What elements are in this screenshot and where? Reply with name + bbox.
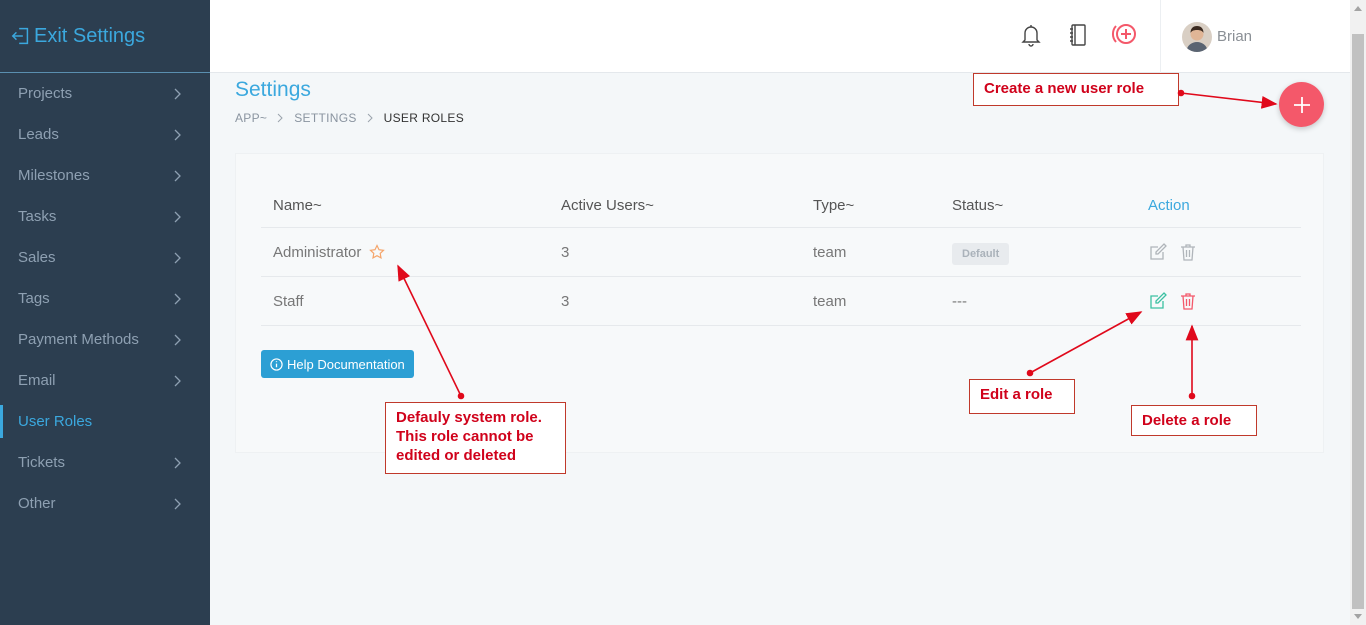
scroll-thumb[interactable] — [1352, 34, 1364, 609]
sidebar-item-sales[interactable]: Sales — [0, 237, 210, 278]
column-header-status[interactable]: Status~ — [952, 197, 1136, 214]
breadcrumb-app[interactable]: APP~ — [235, 111, 267, 125]
chevron-right-icon — [174, 88, 181, 99]
chevron-right-icon — [174, 457, 181, 468]
role-name-cell: Staff — [261, 293, 561, 310]
active-users: 3 — [561, 292, 570, 310]
role-status: --- — [952, 292, 967, 310]
column-header-action: Action — [1148, 197, 1190, 214]
breadcrumb-settings[interactable]: SETTINGS — [294, 111, 356, 125]
exit-settings-label: Exit Settings — [34, 24, 146, 47]
sidebar-item-email[interactable]: Email — [0, 360, 210, 401]
chevron-right-icon — [277, 113, 283, 123]
star-icon — [369, 244, 386, 260]
sidebar-item-label: Projects — [18, 85, 73, 102]
annotation-delete-role: Delete a role — [1131, 405, 1257, 436]
scroll-down-arrow-icon[interactable] — [1354, 614, 1362, 619]
annotation-default-role: Defauly system role. This role cannot be… — [385, 402, 566, 474]
status-badge: Default — [952, 242, 1010, 265]
table-row: Administrator 3 team Default — [261, 228, 1301, 277]
chevron-right-icon — [174, 170, 181, 181]
sidebar-item-label: Leads — [18, 126, 59, 143]
sidebar-item-label: Tasks — [18, 208, 57, 225]
avatar[interactable] — [1182, 22, 1212, 52]
chevron-right-icon — [174, 211, 181, 222]
sidebar-item-payment-methods[interactable]: Payment Methods — [0, 319, 210, 360]
info-icon — [270, 357, 283, 371]
chevron-right-icon — [174, 293, 181, 304]
bell-icon[interactable] — [1018, 22, 1044, 48]
sidebar-item-label: Payment Methods — [18, 331, 139, 348]
trash-icon[interactable] — [1178, 291, 1198, 311]
sidebar-item-label: Email — [18, 372, 56, 389]
exit-icon — [11, 27, 29, 45]
role-type: team — [813, 292, 847, 310]
sidebar-item-label: Tags — [18, 290, 50, 307]
page-title: Settings — [235, 78, 311, 101]
sidebar-item-label: Milestones — [18, 167, 90, 184]
breadcrumb-user-roles: USER ROLES — [383, 111, 464, 125]
sidebar-item-milestones[interactable]: Milestones — [0, 155, 210, 196]
edit-icon[interactable] — [1148, 291, 1168, 311]
column-header-type[interactable]: Type~ — [813, 197, 952, 214]
sidebar-item-label: Other — [18, 495, 56, 512]
exit-settings-link[interactable]: Exit Settings — [0, 0, 210, 73]
trash-icon — [1181, 244, 1195, 261]
status-cell: Default — [952, 242, 1136, 265]
chevron-right-icon — [174, 334, 181, 345]
role-type: team — [813, 243, 847, 261]
chevron-right-icon — [174, 129, 181, 140]
table-header: Name~ Active Users~ Type~ Status~ Action — [261, 184, 1301, 228]
role-name-cell: Administrator — [261, 244, 561, 261]
help-documentation-button[interactable]: Help Documentation — [261, 350, 414, 378]
active-users: 3 — [561, 243, 570, 261]
sidebar-item-other[interactable]: Other — [0, 483, 210, 524]
add-circle-icon[interactable] — [1110, 20, 1140, 48]
scrollbar[interactable] — [1350, 0, 1366, 625]
add-user-role-button[interactable] — [1279, 82, 1324, 127]
help-documentation-label: Help Documentation — [287, 356, 405, 372]
sidebar-item-tags[interactable]: Tags — [0, 278, 210, 319]
sidebar-item-projects[interactable]: Projects — [0, 73, 210, 114]
sidebar-item-leads[interactable]: Leads — [0, 114, 210, 155]
sidebar-item-tickets[interactable]: Tickets — [0, 442, 210, 483]
column-header-name[interactable]: Name~ — [261, 197, 561, 214]
chevron-right-icon — [174, 252, 181, 263]
table-row: Staff 3 team --- — [261, 277, 1301, 326]
annotation-create-role: Create a new user role — [973, 73, 1179, 106]
sidebar-item-label: Tickets — [18, 454, 65, 471]
actions-cell — [1136, 291, 1301, 311]
sidebar-item-label: Sales — [18, 249, 56, 266]
sidebar-item-label: User Roles — [18, 413, 93, 430]
column-header-active-users[interactable]: Active Users~ — [561, 197, 813, 214]
user-name[interactable]: Brian — [1217, 28, 1252, 45]
annotation-edit-role: Edit a role — [969, 379, 1075, 414]
chevron-right-icon — [174, 498, 181, 509]
role-name: Administrator — [273, 243, 362, 261]
sidebar-item-user-roles[interactable]: User Roles — [0, 401, 210, 442]
chevron-right-icon — [174, 375, 181, 386]
sidebar-item-tasks[interactable]: Tasks — [0, 196, 210, 237]
divider — [1160, 0, 1161, 73]
notebook-icon[interactable] — [1065, 22, 1091, 48]
edit-icon — [1150, 243, 1167, 260]
scroll-up-arrow-icon[interactable] — [1354, 6, 1362, 11]
role-name: Staff — [273, 292, 304, 310]
chevron-right-icon — [367, 113, 373, 123]
breadcrumb: APP~ SETTINGS USER ROLES — [235, 111, 464, 125]
user-roles-table: Name~ Active Users~ Type~ Status~ Action… — [261, 184, 1301, 326]
actions-cell — [1136, 242, 1301, 262]
topbar: Brian — [210, 0, 1350, 73]
plus-icon — [1293, 96, 1310, 113]
sidebar: Exit Settings Projects Leads Milestones … — [0, 0, 210, 625]
